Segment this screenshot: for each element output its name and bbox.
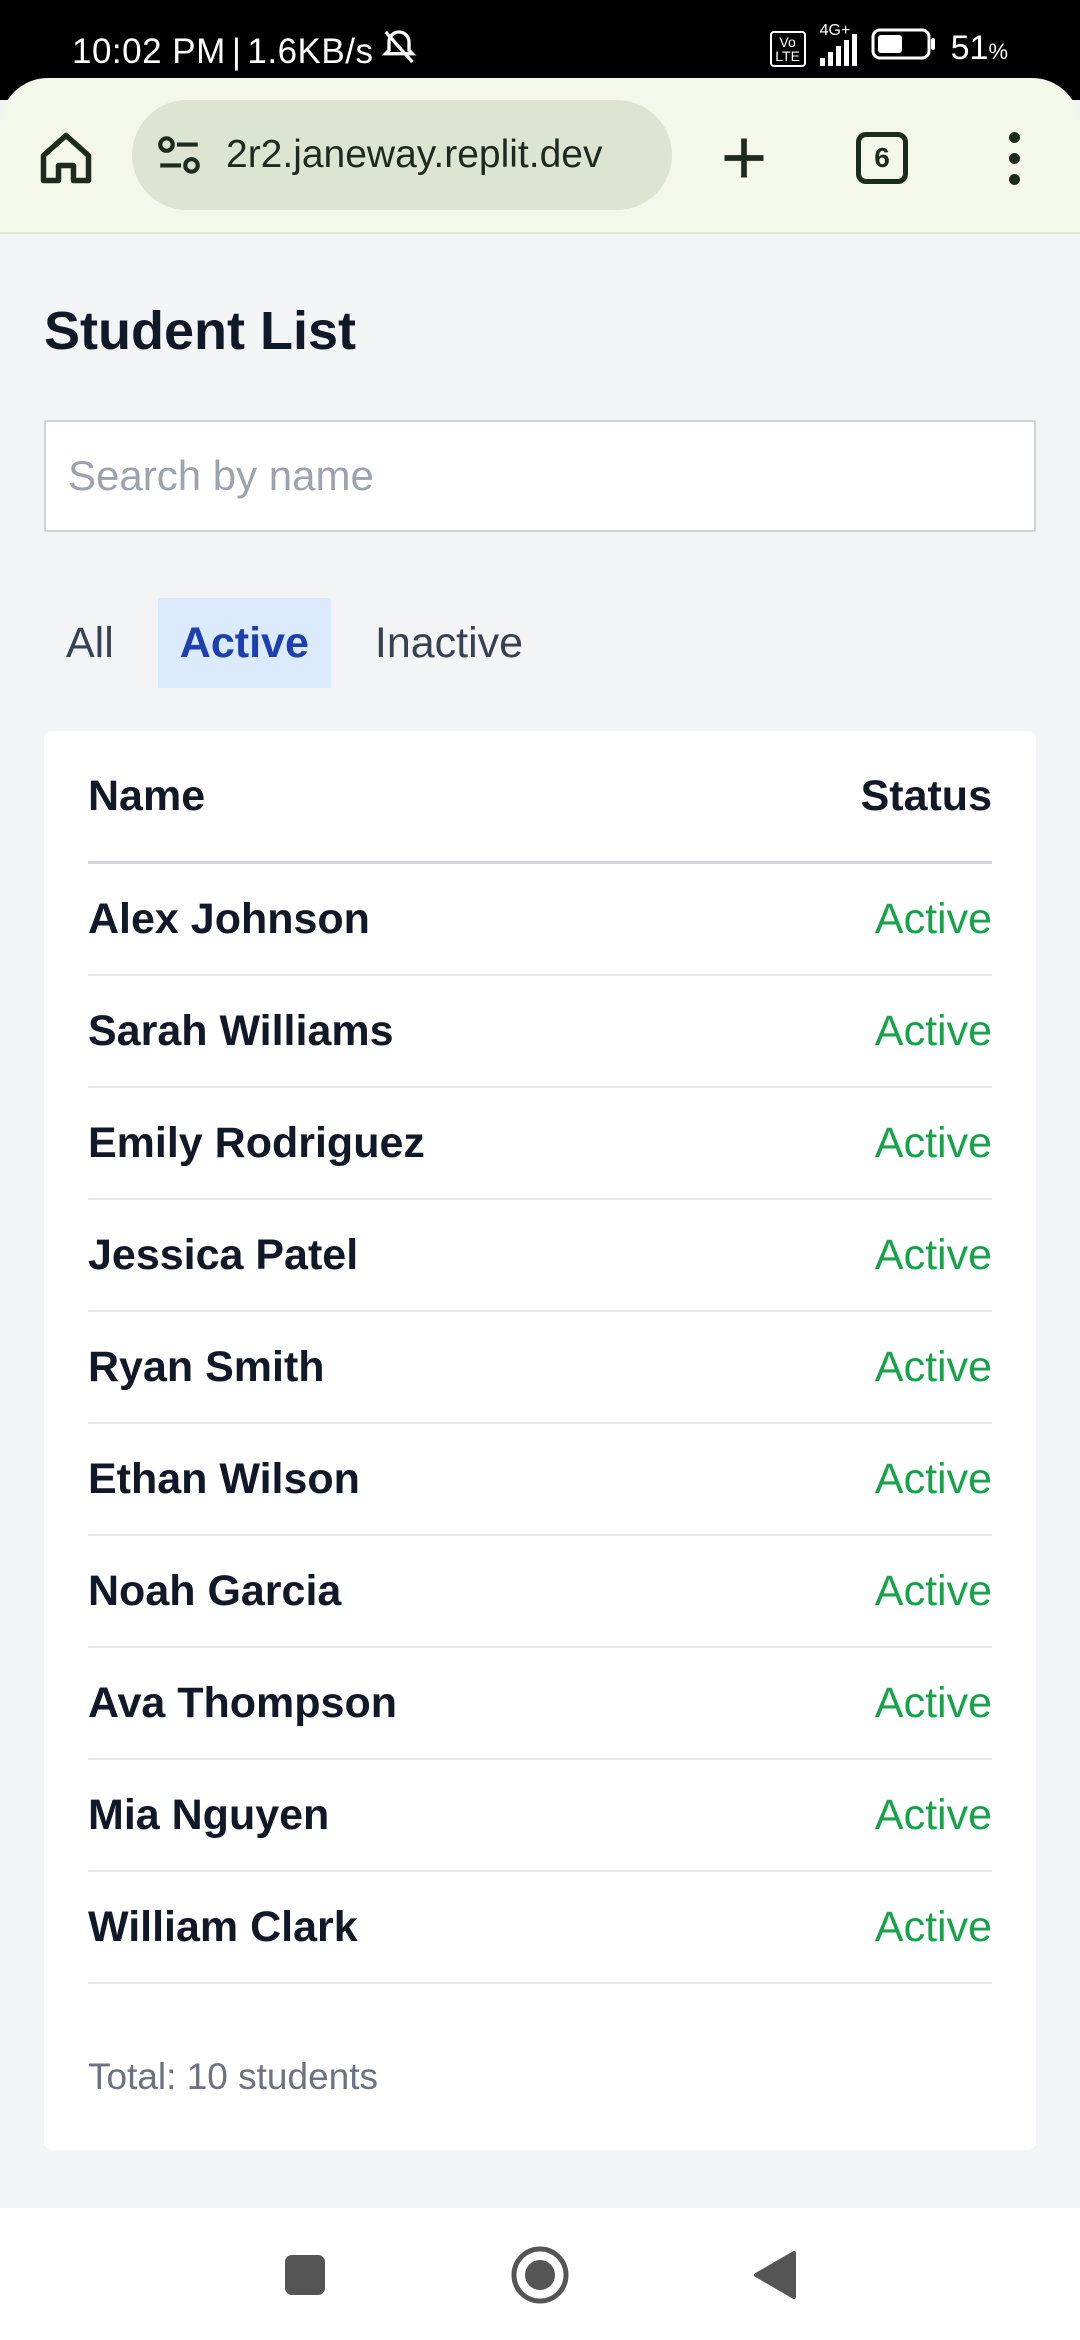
- table-row[interactable]: Ava Thompson Active: [88, 1648, 992, 1760]
- status-separator: |: [231, 31, 242, 71]
- back-triangle-icon: [754, 2251, 796, 2299]
- circle-icon: [511, 2246, 569, 2304]
- table-row[interactable]: Sarah Williams Active: [88, 976, 992, 1088]
- filter-tab-inactive[interactable]: Inactive: [353, 598, 545, 688]
- home-nav-button[interactable]: [505, 2240, 575, 2310]
- student-name: Sarah Williams: [88, 1006, 394, 1055]
- new-tab-button[interactable]: [708, 122, 780, 194]
- student-name: Ava Thompson: [88, 1678, 397, 1727]
- browser-toolbar: 2r2.janeway.replit.dev 6: [0, 78, 1080, 234]
- table-row[interactable]: Mia Nguyen Active: [88, 1760, 992, 1872]
- square-icon: [285, 2255, 325, 2295]
- battery-percent: 51%: [950, 29, 1008, 67]
- filter-tab-active[interactable]: Active: [157, 598, 331, 688]
- plus-icon: [724, 138, 764, 178]
- filter-tab-all[interactable]: All: [44, 598, 136, 688]
- status-time: 10:02 PM: [72, 31, 226, 71]
- student-status: Active: [874, 1006, 992, 1055]
- status-speed: 1.6KB/s: [247, 31, 374, 71]
- volte-icon: Vo LTE: [769, 30, 806, 67]
- status-right: Vo LTE 4G+ 51%: [769, 22, 1008, 70]
- back-button[interactable]: [740, 2240, 810, 2310]
- student-status: Active: [874, 1342, 992, 1391]
- student-name: Noah Garcia: [88, 1566, 342, 1615]
- column-header-status: Status: [860, 771, 992, 820]
- network-type: 4G+: [819, 21, 851, 39]
- recents-button[interactable]: [270, 2240, 340, 2310]
- total-count: Total: 10 students: [88, 2056, 379, 2097]
- bell-off-icon: [379, 27, 419, 76]
- table-row[interactable]: Ethan Wilson Active: [88, 1424, 992, 1536]
- student-name: Alex Johnson: [88, 894, 370, 943]
- home-icon: [40, 132, 92, 184]
- url-text[interactable]: 2r2.janeway.replit.dev: [226, 133, 602, 177]
- table-header: Name Status: [88, 731, 992, 864]
- student-status: Active: [874, 1678, 992, 1727]
- tab-count: 6: [874, 142, 890, 173]
- student-name: William Clark: [88, 1902, 358, 1951]
- tab-switcher-button[interactable]: 6: [856, 132, 908, 184]
- student-name: Ryan Smith: [88, 1342, 325, 1391]
- student-name: Jessica Patel: [88, 1230, 359, 1279]
- student-status: Active: [874, 1230, 992, 1279]
- table-row[interactable]: Alex Johnson Active: [88, 864, 992, 976]
- student-status: Active: [874, 894, 992, 943]
- table-row[interactable]: Emily Rodriguez Active: [88, 1088, 992, 1200]
- student-status: Active: [874, 1902, 992, 1951]
- page-title: Student List: [44, 301, 356, 361]
- signal-icon: 4G+: [819, 22, 857, 66]
- home-button[interactable]: [30, 122, 102, 194]
- student-name: Ethan Wilson: [88, 1454, 360, 1503]
- table-row[interactable]: Ryan Smith Active: [88, 1312, 992, 1424]
- student-status: Active: [874, 1790, 992, 1839]
- search-input[interactable]: [44, 420, 1036, 532]
- student-table-card: Name Status Alex Johnson Active Sarah Wil…: [44, 731, 1036, 2150]
- battery-icon: [871, 27, 937, 70]
- filter-tabs: All Active Inactive: [44, 598, 545, 688]
- system-nav-bar: [0, 2208, 1080, 2340]
- student-status: Active: [874, 1118, 992, 1167]
- table-row[interactable]: Jessica Patel Active: [88, 1200, 992, 1312]
- student-name: Mia Nguyen: [88, 1790, 330, 1839]
- address-bar[interactable]: 2r2.janeway.replit.dev: [132, 100, 672, 210]
- more-vert-icon[interactable]: [994, 122, 1034, 194]
- student-status: Active: [874, 1566, 992, 1615]
- table-row[interactable]: Noah Garcia Active: [88, 1536, 992, 1648]
- student-name: Emily Rodriguez: [88, 1118, 425, 1167]
- column-header-name: Name: [88, 771, 206, 820]
- status-left: 10:02 PM | 1.6KB/s: [72, 27, 419, 76]
- student-status: Active: [874, 1454, 992, 1503]
- tune-icon[interactable]: [154, 130, 204, 180]
- table-body: Alex Johnson Active Sarah Williams Active …: [88, 864, 992, 1984]
- table-row[interactable]: William Clark Active: [88, 1872, 992, 1984]
